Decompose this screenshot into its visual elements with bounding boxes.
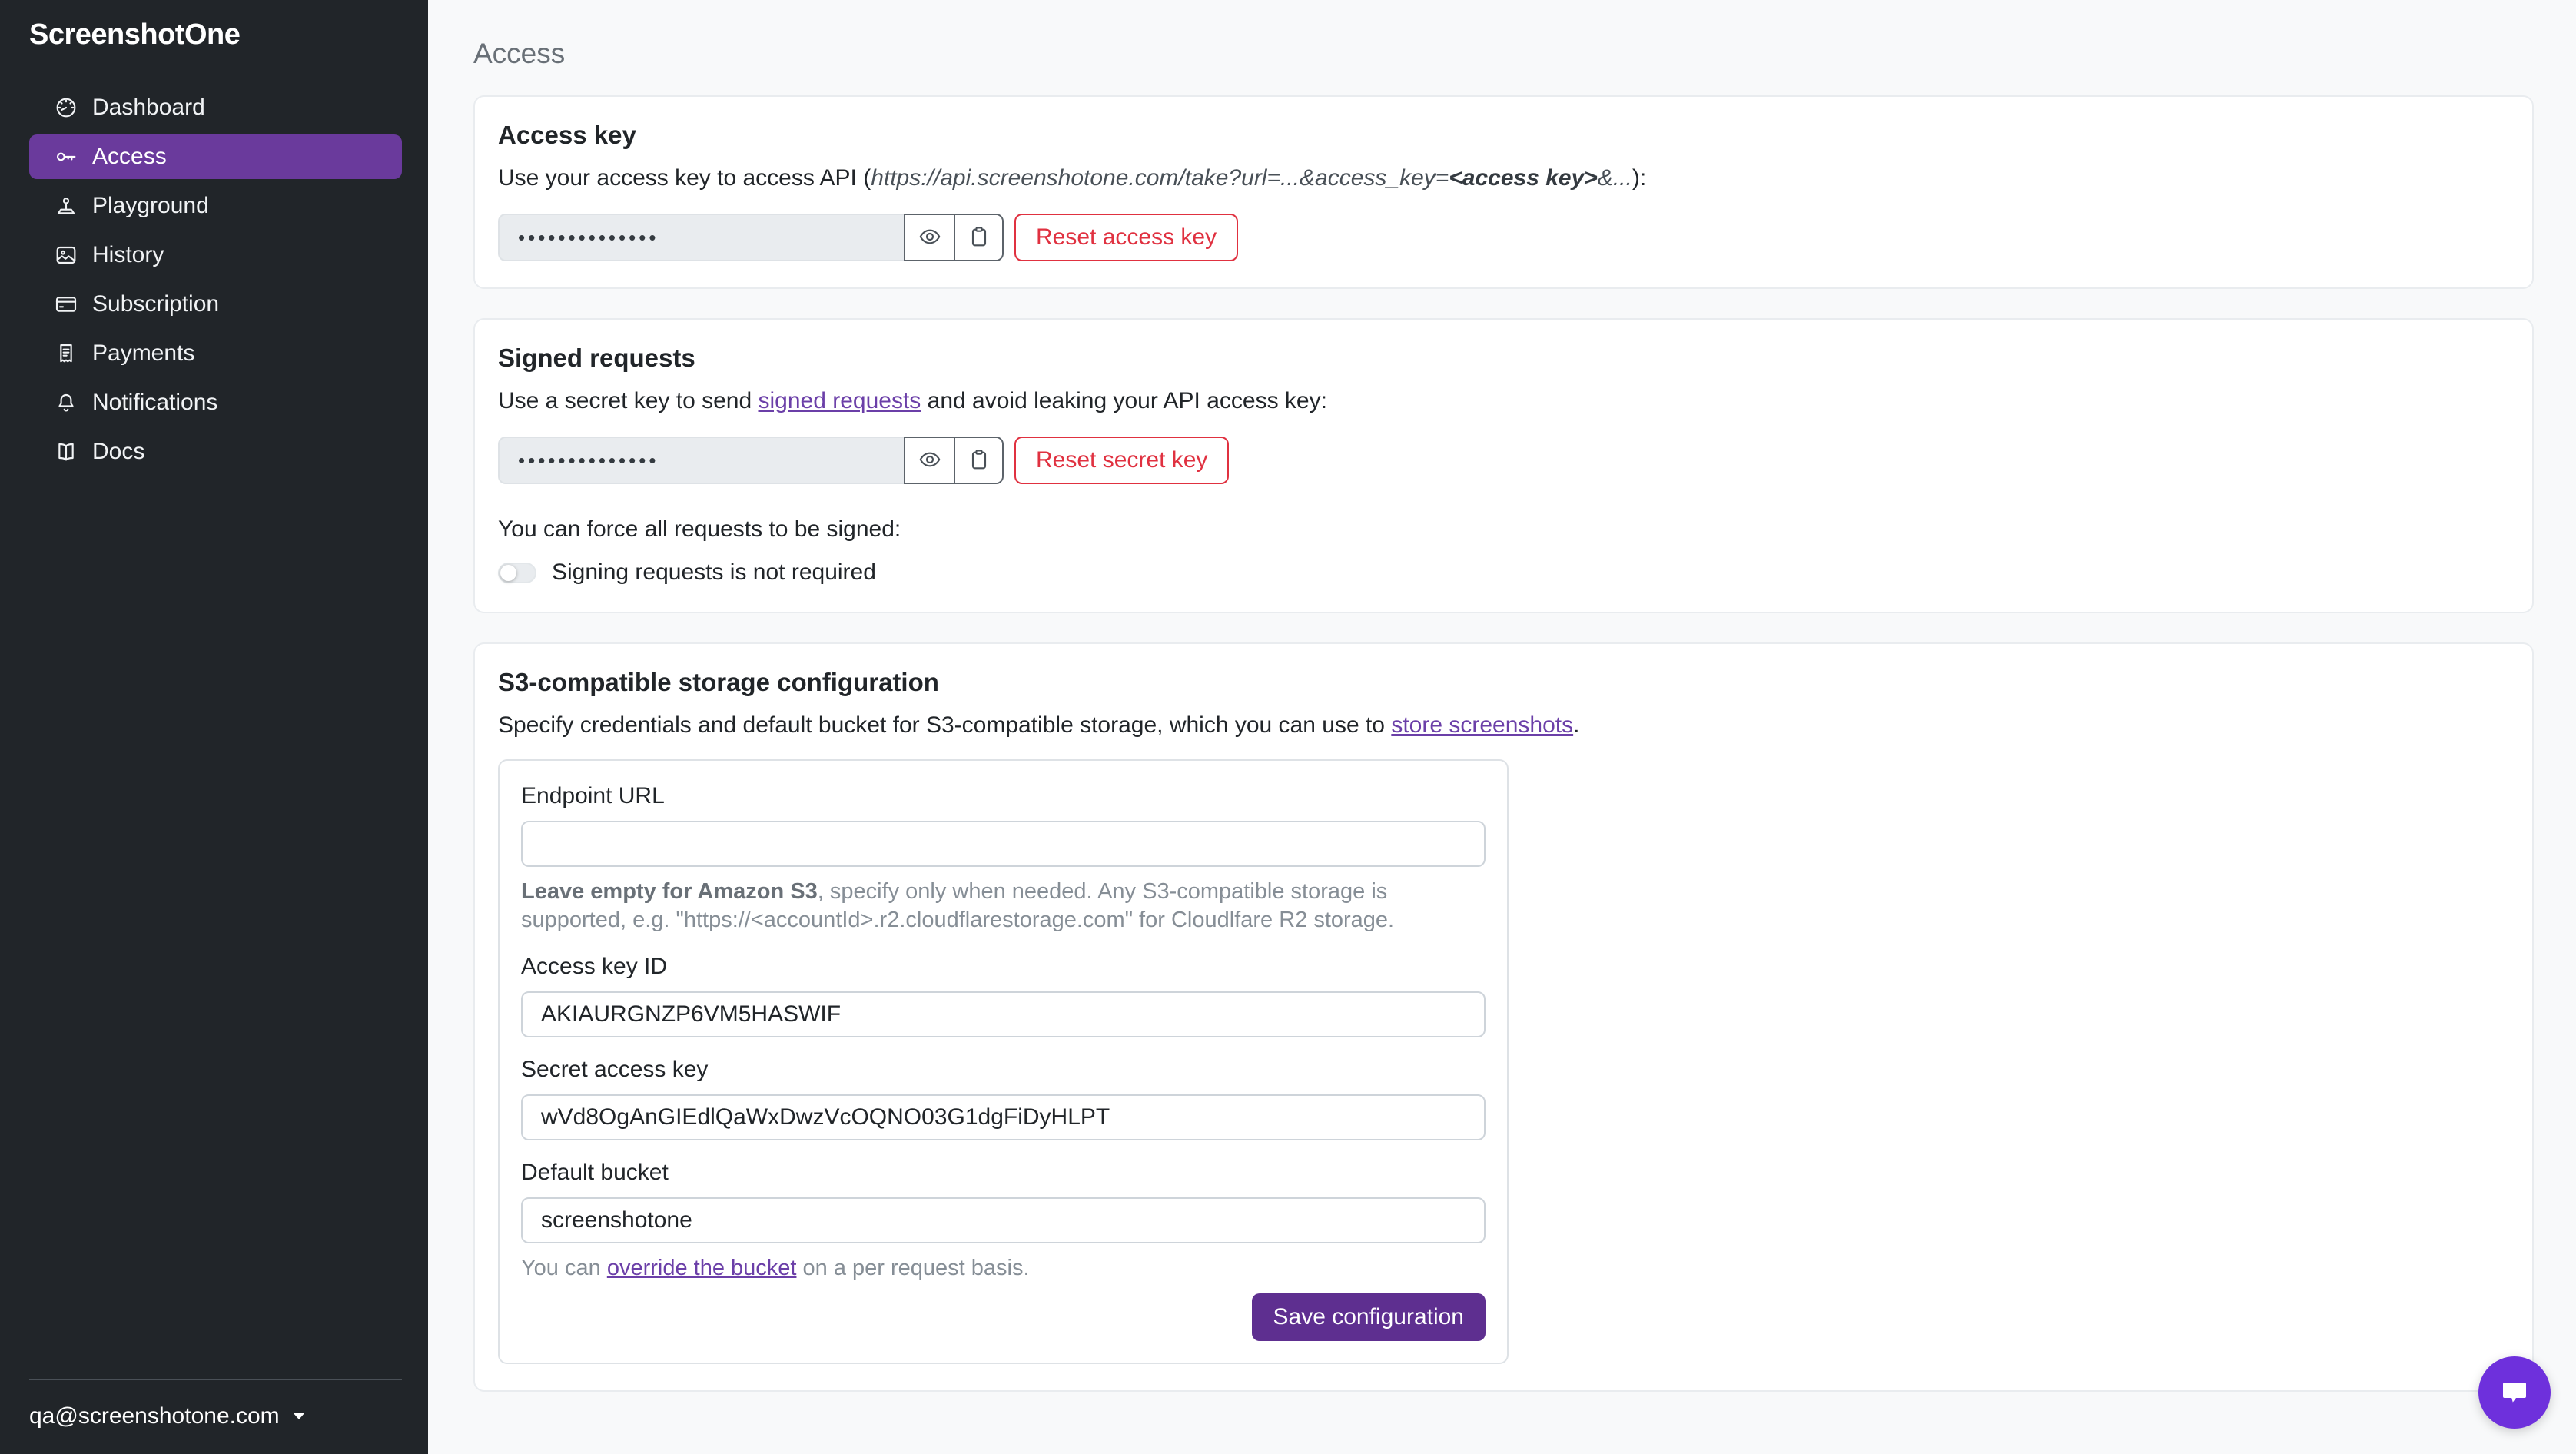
endpoint-help-bold: Leave empty for Amazon S3	[521, 879, 818, 904]
user-email: qa@screenshotone.com	[29, 1403, 280, 1429]
sidebar-item-label: Dashboard	[92, 95, 205, 120]
signed-requests-link[interactable]: signed requests	[759, 388, 921, 413]
joystick-icon	[54, 194, 78, 218]
page-title: Access	[473, 38, 566, 69]
reset-access-key-button[interactable]: Reset access key	[1014, 214, 1239, 261]
eye-icon	[918, 224, 942, 251]
access-key-id-input[interactable]	[521, 991, 1486, 1037]
sidebar-item-docs[interactable]: Docs	[29, 430, 402, 474]
sidebar-divider	[29, 1379, 402, 1380]
chevron-down-icon	[292, 1412, 306, 1421]
sidebar-item-playground[interactable]: Playground	[29, 184, 402, 228]
save-configuration-button[interactable]: Save configuration	[1251, 1293, 1486, 1341]
api-url-suffix-text: &...	[1597, 165, 1632, 191]
access-key-card: Access key Use your access key to access…	[473, 95, 2534, 289]
clipboard-icon	[967, 224, 991, 251]
copy-secret-key-button[interactable]	[954, 438, 1002, 483]
reset-secret-key-button[interactable]: Reset secret key	[1014, 437, 1230, 484]
signed-requests-description: Use a secret key to send signed requests…	[498, 387, 2505, 415]
access-key-card-title: Access key	[498, 121, 636, 149]
access-key-row: Reset access key	[498, 214, 2505, 261]
chat-bubble-icon	[2496, 1373, 2533, 1413]
eye-icon	[918, 447, 942, 474]
sidebar-item-label: Subscription	[92, 291, 220, 317]
access-key-input[interactable]	[498, 214, 904, 261]
access-key-placeholder-text: <access key>	[1449, 165, 1598, 191]
sidebar-item-label: Notifications	[92, 390, 218, 415]
sidebar-item-dashboard[interactable]: Dashboard	[29, 85, 402, 130]
signed-requests-card-title: Signed requests	[498, 344, 695, 372]
endpoint-help-text: Leave empty for Amazon S3, specify only …	[521, 878, 1486, 934]
photo-icon	[54, 243, 78, 267]
show-secret-key-button[interactable]	[905, 438, 954, 483]
chat-button[interactable]	[2478, 1356, 2551, 1429]
store-screenshots-link[interactable]: store screenshots	[1391, 712, 1573, 738]
default-bucket-input[interactable]	[521, 1197, 1486, 1243]
sidebar-footer: qa@screenshotone.com	[0, 1379, 428, 1454]
book-icon	[54, 440, 78, 464]
sidebar-item-label: History	[92, 242, 164, 267]
sidebar-item-notifications[interactable]: Notifications	[29, 380, 402, 425]
s3-form: Endpoint URL Leave empty for Amazon S3, …	[498, 759, 1509, 1364]
override-prefix-text: You can	[521, 1256, 607, 1280]
description-text: Specify credentials and default bucket f…	[498, 712, 1392, 738]
secret-access-key-label: Secret access key	[521, 1057, 709, 1082]
app-window: ScreenshotOne Dashboard Access Playgroun…	[0, 0, 2576, 1454]
sidebar: ScreenshotOne Dashboard Access Playgroun…	[0, 0, 428, 1454]
description-text: Use your access key to access API (	[498, 165, 871, 191]
receipt-icon	[54, 341, 78, 366]
clipboard-icon	[967, 447, 991, 474]
description-text: Use a secret key to send	[498, 388, 759, 413]
sidebar-item-payments[interactable]: Payments	[29, 331, 402, 376]
key-icon	[54, 144, 78, 169]
speedometer-icon	[54, 95, 78, 120]
sidebar-item-label: Payments	[92, 340, 195, 366]
description-suffix-text: .	[1573, 712, 1580, 738]
toggle-knob	[500, 564, 516, 581]
override-bucket-link[interactable]: override the bucket	[607, 1256, 797, 1280]
override-bucket-text: You can override the bucket on a per req…	[521, 1254, 1486, 1283]
sidebar-item-access[interactable]: Access	[29, 134, 402, 179]
endpoint-url-input[interactable]	[521, 821, 1486, 867]
s3-card-title: S3-compatible storage configuration	[498, 668, 939, 696]
credit-card-icon	[54, 292, 78, 317]
signing-toggle-row: Signing requests is not required	[498, 559, 2505, 586]
secret-key-input[interactable]	[498, 437, 904, 484]
access-key-id-label: Access key ID	[521, 954, 668, 979]
secret-key-actions	[904, 437, 1004, 484]
sidebar-nav: Dashboard Access Playground History Subs…	[0, 85, 428, 474]
endpoint-url-label: Endpoint URL	[521, 783, 665, 808]
save-row: Save configuration	[521, 1293, 1486, 1341]
secret-access-key-input[interactable]	[521, 1094, 1486, 1140]
signing-toggle-label: Signing requests is not required	[552, 559, 876, 585]
user-menu[interactable]: qa@screenshotone.com	[29, 1399, 306, 1434]
signing-required-toggle[interactable]	[498, 562, 536, 583]
copy-access-key-button[interactable]	[954, 215, 1002, 260]
app-logo: ScreenshotOne	[29, 18, 241, 51]
secret-key-row: Reset secret key	[498, 437, 2505, 484]
sidebar-item-history[interactable]: History	[29, 233, 402, 277]
sidebar-item-subscription[interactable]: Subscription	[29, 282, 402, 327]
show-access-key-button[interactable]	[905, 215, 954, 260]
description-suffix-text: ):	[1632, 165, 1647, 191]
default-bucket-label: Default bucket	[521, 1160, 669, 1185]
access-key-actions	[904, 214, 1004, 261]
sidebar-item-label: Access	[92, 144, 167, 169]
s3-storage-card: S3-compatible storage configuration Spec…	[473, 642, 2534, 1392]
s3-description: Specify credentials and default bucket f…	[498, 712, 2505, 739]
description-suffix-text: and avoid leaking your API access key:	[921, 388, 1327, 413]
main-content: Access Access key Use your access key to…	[428, 0, 2576, 1454]
signed-requests-card: Signed requests Use a secret key to send…	[473, 318, 2534, 613]
api-url-text: https://api.screenshotone.com/take?url=.…	[871, 165, 1449, 191]
bell-icon	[54, 390, 78, 415]
force-signing-text: You can force all requests to be signed:	[498, 516, 901, 542]
access-key-description: Use your access key to access API (https…	[498, 164, 2505, 192]
sidebar-item-label: Playground	[92, 193, 209, 218]
sidebar-item-label: Docs	[92, 439, 145, 464]
override-suffix-text: on a per request basis.	[796, 1256, 1030, 1280]
